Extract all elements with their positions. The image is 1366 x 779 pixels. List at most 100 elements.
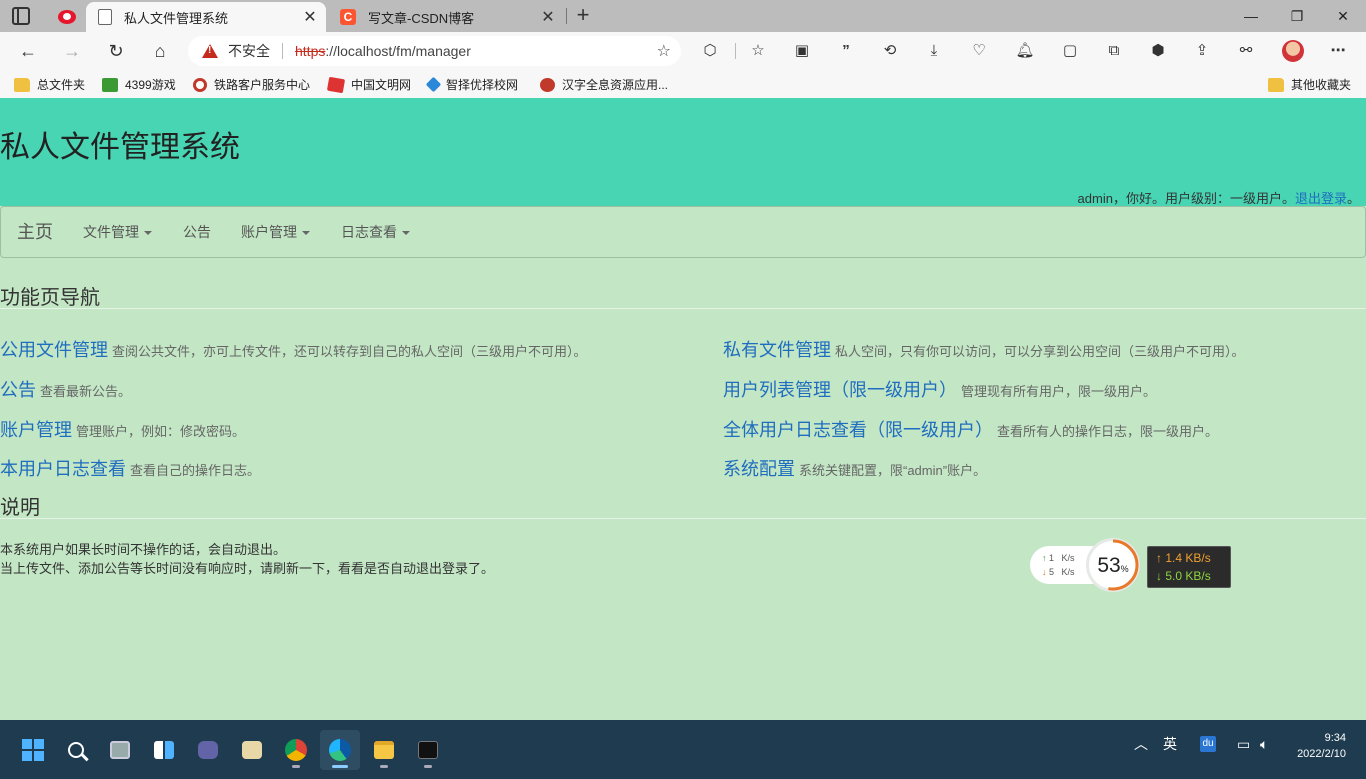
screenshot-icon[interactable]: ⧉ [1103, 40, 1125, 62]
tab-title: 私人文件管理系统 [124, 10, 229, 26]
chrome-button[interactable] [276, 730, 316, 770]
close-tab-icon[interactable]: ✕ [538, 7, 558, 27]
net-download-value: 5.0 KB/s [1165, 569, 1211, 583]
nav-file-management[interactable]: 文件管理 [83, 207, 152, 257]
tray-overflow-icon[interactable]: ︿ [1134, 720, 1148, 779]
start-button[interactable] [13, 730, 53, 770]
collections-icon[interactable]: ▣ [791, 40, 813, 62]
link-title[interactable]: 全体用户日志查看（限一级用户） [723, 420, 993, 440]
extensions-icon[interactable]: ⬡ [699, 40, 721, 62]
explorer-button[interactable] [364, 730, 404, 770]
more-menu-icon[interactable]: ⋯ [1327, 40, 1349, 62]
tab-actions-icon[interactable] [12, 7, 30, 25]
nav-home[interactable]: 主页 [17, 207, 53, 257]
quote-icon[interactable]: ” [835, 40, 857, 62]
page-icon [98, 9, 112, 25]
bookmark-label: 汉字全息资源应用... [562, 78, 669, 92]
link-desc: 管理账户，例如：修改密码。 [76, 424, 246, 439]
baidu-input-icon[interactable]: du [1200, 736, 1216, 752]
divider [0, 518, 1366, 519]
bookmark-folder[interactable]: 总文件夹 [14, 76, 85, 93]
search-button[interactable] [56, 730, 96, 770]
minimize-icon[interactable]: — [1228, 0, 1274, 32]
task-view-icon [110, 741, 130, 759]
app-button[interactable] [232, 730, 272, 770]
nav-label: 日志查看 [341, 224, 397, 240]
close-tab-icon[interactable]: ✕ [300, 7, 320, 27]
task-view-button[interactable] [100, 730, 140, 770]
volume-icon[interactable]: 🔈︎ [1260, 720, 1268, 779]
downloads-icon[interactable]: ⤓ [923, 40, 945, 62]
logout-link[interactable]: 退出登录 [1295, 191, 1347, 206]
link-title[interactable]: 用户列表管理（限一级用户） [723, 380, 957, 400]
bookmarks-bar: 总文件夹 4399游戏 铁路客户服务中心 中国文明网 智择优择校网 汉字全息资源… [0, 70, 1366, 98]
link-title[interactable]: 账户管理 [0, 420, 72, 440]
link-title[interactable]: 系统配置 [723, 459, 795, 479]
bookmark-hanzi[interactable]: 汉字全息资源应用... [540, 76, 668, 93]
note-line: 当上传文件、添加公告等长时间没有响应时，请刷新一下，看看是否自动退出登录了。 [0, 561, 495, 576]
gauge-unit: % [1120, 564, 1129, 574]
performance-icon[interactable]: ♡ [968, 40, 990, 62]
taskbar: ︿ 英 du ▭ 🔈︎ 9:34 2022/2/10 [0, 720, 1366, 779]
chat-button[interactable] [188, 730, 228, 770]
history-icon[interactable]: ⟲ [879, 40, 901, 62]
refresh-icon[interactable]: ↻ [102, 37, 130, 65]
back-icon[interactable]: ← [14, 37, 42, 65]
terminal-button[interactable] [408, 730, 448, 770]
add-favorite-icon[interactable]: ☆ [657, 41, 671, 61]
restore-icon[interactable]: ❐ [1274, 0, 1320, 32]
bookmark-railway[interactable]: 铁路客户服务中心 [193, 76, 310, 93]
security-label[interactable]: 不安全 [228, 41, 270, 61]
share-icon[interactable]: ⇪ [1191, 40, 1213, 62]
warning-icon [202, 44, 218, 58]
forward-icon[interactable]: → [58, 37, 86, 65]
home-icon[interactable]: ⌂ [146, 37, 174, 65]
weibo-icon [58, 10, 76, 24]
favorites-icon[interactable]: ☆ [747, 40, 769, 62]
bookmark-4399[interactable]: 4399游戏 [102, 76, 176, 93]
nav-announcements[interactable]: 公告 [183, 207, 211, 257]
link-title[interactable]: 公用文件管理 [0, 340, 108, 360]
link-title[interactable]: 公告 [0, 380, 36, 400]
clock-time: 9:34 [1324, 732, 1346, 744]
net-speed-box[interactable]: ↑ 1.4 KB/s ↓ 5.0 KB/s [1147, 546, 1231, 588]
link-system-config: 系统配置 系统关键配置，限“admin”账户。 [723, 455, 986, 481]
memory-gauge[interactable]: 53% [1086, 538, 1140, 592]
network-icon[interactable]: ▭ [1237, 720, 1250, 779]
address-bar[interactable]: 不安全 https://localhost/fm/manager ☆ [188, 36, 681, 66]
bookmark-wenming[interactable]: 中国文明网 [326, 76, 411, 93]
close-window-icon[interactable]: ✕ [1320, 0, 1366, 32]
edge-button[interactable] [320, 730, 360, 770]
bookmark-school[interactable]: 智择优择校网 [425, 76, 519, 93]
chrome-icon [285, 739, 307, 761]
new-tab-icon[interactable]: + [572, 4, 594, 28]
workspaces-icon[interactable]: ⚯ [1235, 40, 1257, 62]
caret-down-icon [302, 231, 310, 236]
caret-down-icon [402, 231, 410, 236]
nav-log-view[interactable]: 日志查看 [341, 207, 410, 257]
windows-icon [22, 739, 44, 761]
wenming-icon [326, 76, 346, 93]
browser-essentials-icon[interactable]: ⬢ [1147, 40, 1169, 62]
logout-suffix: 。 [1346, 191, 1360, 206]
tab-csdn[interactable]: C 写文章-CSDN博客 ✕ [328, 2, 564, 32]
nav-account-management[interactable]: 账户管理 [241, 207, 310, 257]
pinned-tab-weibo[interactable] [50, 4, 84, 30]
system-clock[interactable]: 9:34 2022/2/10 [1297, 730, 1346, 762]
link-title[interactable]: 私有文件管理 [723, 340, 831, 360]
widgets-button[interactable] [144, 730, 184, 770]
link-title[interactable]: 本用户日志查看 [0, 459, 126, 479]
notes-text: 本系统用户如果长时间不操作的话，会自动退出。 当上传文件、添加公告等长时间没有响… [0, 540, 494, 578]
notifications-icon[interactable]: 🔔︎ [1014, 40, 1036, 62]
bookmark-other-folder[interactable]: 其他收藏夹 [1268, 76, 1351, 93]
link-desc: 私人空间，只有你可以访问，可以分享到公用空间（三级用户不可用）。 [835, 344, 1245, 359]
profile-avatar[interactable] [1282, 40, 1304, 62]
math-solver-icon[interactable]: ▢ [1059, 40, 1081, 62]
search-icon [68, 742, 84, 758]
ime-indicator[interactable]: 英 [1163, 720, 1177, 779]
tab-file-manager[interactable]: 私人文件管理系统 ✕ [86, 2, 326, 32]
download-value: 5 [1049, 567, 1055, 577]
bookmark-label: 智择优择校网 [446, 78, 519, 92]
link-own-logs: 本用户日志查看 查看自己的操作日志。 [0, 455, 260, 481]
terminal-icon [418, 741, 438, 759]
